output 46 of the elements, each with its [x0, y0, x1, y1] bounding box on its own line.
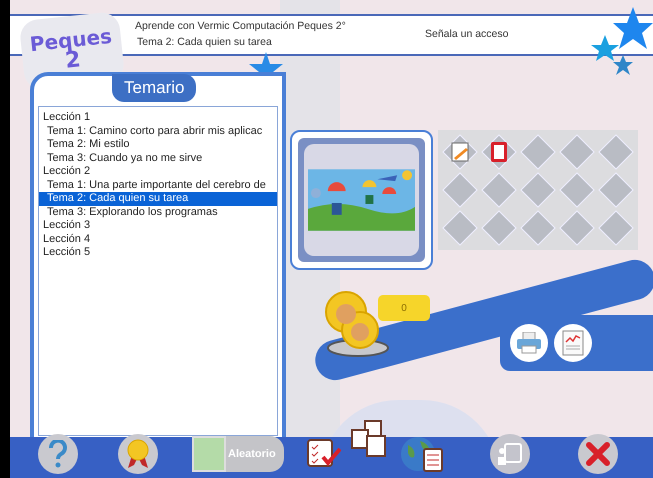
- score-badge: 0: [378, 295, 430, 321]
- topic-subtitle: Tema 2: Cada quien su tarea: [136, 35, 273, 50]
- diamond-tile: [481, 172, 518, 208]
- topic-item[interactable]: Tema 1: Una parte importante del cerebro de: [39, 178, 277, 192]
- printer-icon: [516, 332, 542, 354]
- diamond-tile: [481, 210, 518, 246]
- diamond-tile: [598, 210, 634, 246]
- diamond-tile: [520, 210, 556, 246]
- ribbon-medal-icon: [126, 439, 150, 469]
- diamond-tile: [558, 172, 595, 208]
- person-board-icon: [496, 441, 523, 467]
- report-button[interactable]: [554, 324, 592, 362]
- panel-title: Temario: [112, 74, 196, 102]
- printer-button[interactable]: [510, 324, 548, 362]
- activity-card[interactable]: [290, 130, 433, 270]
- course-title: Aprende con Vermic Computación Peques 2°: [135, 19, 347, 34]
- topic-item[interactable]: Tema 2: Cada quien su tarea: [39, 192, 277, 206]
- diamond-tile: [442, 210, 478, 246]
- logo-number: 2: [64, 49, 82, 73]
- checklist-icon: [306, 439, 341, 469]
- instruction-text: Señala un acceso: [425, 27, 508, 42]
- random-swatch: [192, 436, 226, 472]
- diamond-tile: [598, 172, 634, 208]
- diamond-tile: [520, 172, 556, 208]
- lesson-item[interactable]: Lección 5: [39, 246, 277, 260]
- lesson-item[interactable]: Lección 2: [39, 165, 277, 178]
- diamond-tile: [520, 134, 556, 170]
- pencil-document-icon[interactable]: [442, 134, 478, 170]
- clipboard-icon[interactable]: [481, 134, 518, 170]
- lesson-item[interactable]: Lección 4: [39, 232, 277, 246]
- documents-icon: [350, 420, 389, 458]
- lesson-item[interactable]: Lección 1: [39, 111, 277, 124]
- diamond-tile: [558, 134, 595, 170]
- globe-checklist-icon: [400, 435, 444, 473]
- lesson-item[interactable]: Lección 3: [39, 219, 277, 232]
- close-icon: [584, 441, 611, 467]
- help-icon: [48, 440, 68, 468]
- chart-report-icon: [562, 330, 584, 356]
- diamond-tile: [442, 172, 478, 208]
- world-quiz-button[interactable]: [400, 434, 444, 474]
- topic-item[interactable]: Tema 2: Mi estilo: [39, 138, 277, 152]
- diamond-tile: [558, 210, 595, 246]
- topic-item[interactable]: Tema 3: Explorando los programas: [39, 206, 277, 219]
- topic-item[interactable]: Tema 1: Camino corto para abrir mis aplicac: [39, 124, 277, 138]
- diamond-tile: [598, 134, 634, 170]
- topic-item[interactable]: Tema 3: Cuando ya no me sirve: [39, 152, 277, 165]
